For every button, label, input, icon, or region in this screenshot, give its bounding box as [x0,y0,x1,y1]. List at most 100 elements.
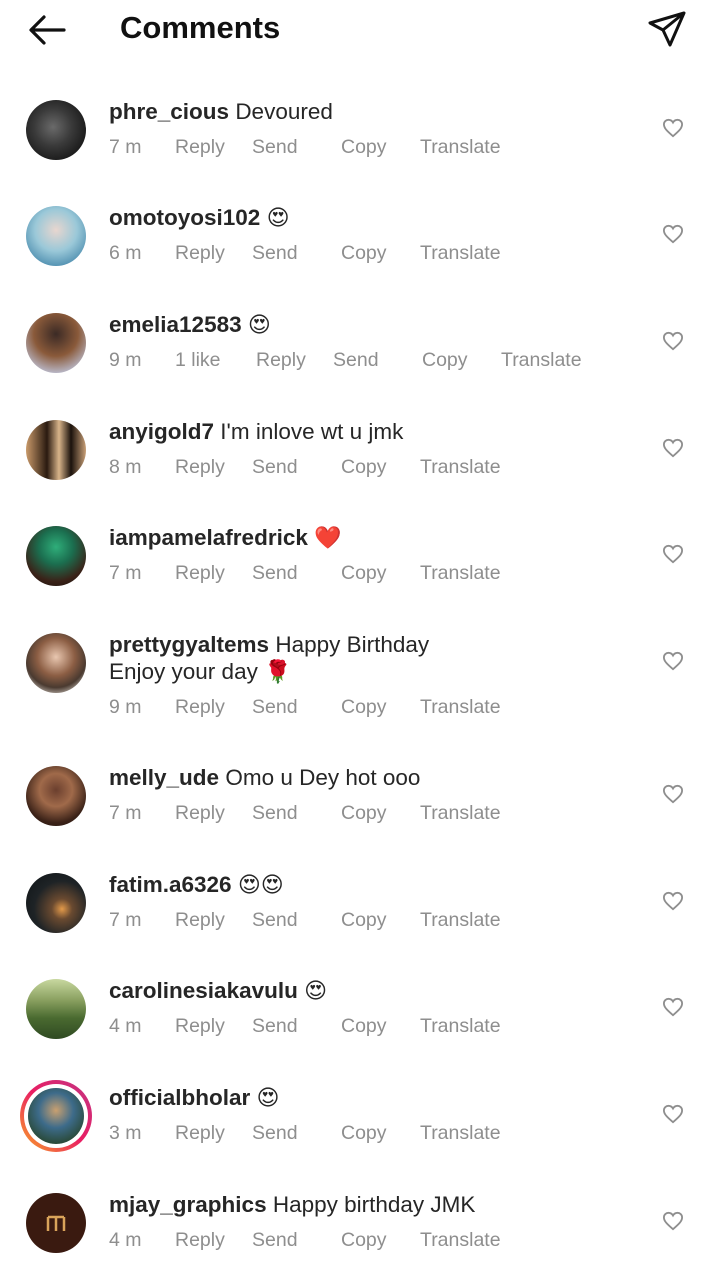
avatar[interactable] [26,206,86,266]
send-button[interactable]: Send [252,909,298,932]
comment-username[interactable]: melly_ude [109,765,219,790]
copy-button[interactable]: Copy [341,1122,387,1145]
send-button[interactable]: Send [252,242,298,265]
heart-icon[interactable] [662,224,684,244]
comment-time: 8 m [109,456,142,478]
like-count[interactable]: 1 like [175,349,221,372]
comment-emoji: ❤️ [314,525,342,550]
translate-button[interactable]: Translate [501,349,582,372]
rose-emoji: 🌹 [264,659,292,684]
comment-emoji: 😍 [266,205,290,230]
header-bar: Comments [0,0,720,62]
paper-plane-icon[interactable] [646,8,688,50]
avatar[interactable] [26,526,86,586]
heart-icon[interactable] [662,997,684,1017]
comment-time: 7 m [109,562,142,584]
comment-username[interactable]: emelia12583 [109,312,242,337]
comment-username[interactable]: officialbholar [109,1085,250,1110]
reply-button[interactable]: Reply [175,696,225,719]
heart-icon[interactable] [662,1104,684,1124]
reply-button[interactable]: Reply [256,349,306,372]
reply-button[interactable]: Reply [175,562,225,585]
comment-time: 7 m [109,136,142,158]
copy-button[interactable]: Copy [341,456,387,479]
copy-button[interactable]: Copy [341,1015,387,1038]
avatar[interactable] [26,1193,86,1253]
avatar[interactable] [26,100,86,160]
reply-button[interactable]: Reply [175,242,225,265]
heart-icon[interactable] [662,891,684,911]
translate-button[interactable]: Translate [420,909,501,932]
avatar[interactable] [26,979,86,1039]
send-button[interactable]: Send [252,562,298,585]
comment-username[interactable]: anyigold7 [109,419,214,444]
avatar[interactable] [26,420,86,480]
comment-emoji: 😍😍 [237,872,284,897]
comment-text: Omo u Dey hot ooo [225,765,421,790]
translate-button[interactable]: Translate [420,562,501,585]
send-button[interactable]: Send [252,1015,298,1038]
comment-time: 7 m [109,802,142,824]
comment-username[interactable]: iampamelafredrick [109,525,308,550]
comment-username[interactable]: fatim.a6326 [109,872,232,897]
heart-icon[interactable] [662,1211,684,1231]
send-button[interactable]: Send [252,136,298,159]
reply-button[interactable]: Reply [175,909,225,932]
translate-button[interactable]: Translate [420,136,501,159]
translate-button[interactable]: Translate [420,456,501,479]
avatar [28,1088,84,1144]
copy-button[interactable]: Copy [341,562,387,585]
avatar[interactable] [26,766,86,826]
avatar[interactable] [26,873,86,933]
comment-username[interactable]: phre_cious [109,99,229,124]
translate-button[interactable]: Translate [420,1229,501,1252]
story-ring-avatar[interactable] [20,1080,92,1152]
heart-icon[interactable] [662,438,684,458]
comment-time: 7 m [109,909,142,931]
copy-button[interactable]: Copy [422,349,468,372]
comment-username[interactable]: mjay_graphics [109,1192,267,1217]
reply-button[interactable]: Reply [175,136,225,159]
comment-username[interactable]: omotoyosi102 [109,205,260,230]
reply-button[interactable]: Reply [175,456,225,479]
copy-button[interactable]: Copy [341,696,387,719]
send-button[interactable]: Send [252,456,298,479]
avatar[interactable] [26,313,86,373]
comment-time: 4 m [109,1229,142,1251]
copy-button[interactable]: Copy [341,242,387,265]
comment-emoji: 😍 [256,1085,280,1110]
send-button[interactable]: Send [333,349,379,372]
comment-emoji: 😍 [247,312,271,337]
translate-button[interactable]: Translate [420,1015,501,1038]
comment-username[interactable]: carolinesiakavulu [109,978,298,1003]
translate-button[interactable]: Translate [420,696,501,719]
heart-icon[interactable] [662,784,684,804]
comment-username[interactable]: prettygyaltems [109,632,269,657]
heart-icon[interactable] [662,544,684,564]
translate-button[interactable]: Translate [420,802,501,825]
copy-button[interactable]: Copy [341,909,387,932]
arrow-left-icon[interactable] [26,12,68,48]
heart-icon[interactable] [662,331,684,351]
translate-button[interactable]: Translate [420,1122,501,1145]
translate-button[interactable]: Translate [420,242,501,265]
avatar[interactable] [26,633,86,693]
heart-icon[interactable] [662,118,684,138]
copy-button[interactable]: Copy [341,136,387,159]
copy-button[interactable]: Copy [341,802,387,825]
reply-button[interactable]: Reply [175,1122,225,1145]
reply-button[interactable]: Reply [175,1015,225,1038]
reply-button[interactable]: Reply [175,802,225,825]
reply-button[interactable]: Reply [175,1229,225,1252]
heart-icon[interactable] [662,651,684,671]
comment-time: 4 m [109,1015,142,1037]
comment-text: Happy Birthday [275,632,430,657]
copy-button[interactable]: Copy [341,1229,387,1252]
send-button[interactable]: Send [252,802,298,825]
page-title: Comments [120,10,281,45]
send-button[interactable]: Send [252,696,298,719]
send-button[interactable]: Send [252,1229,298,1252]
send-button[interactable]: Send [252,1122,298,1145]
comment-emoji: 😍 [304,978,328,1003]
comment-time: 6 m [109,242,142,264]
